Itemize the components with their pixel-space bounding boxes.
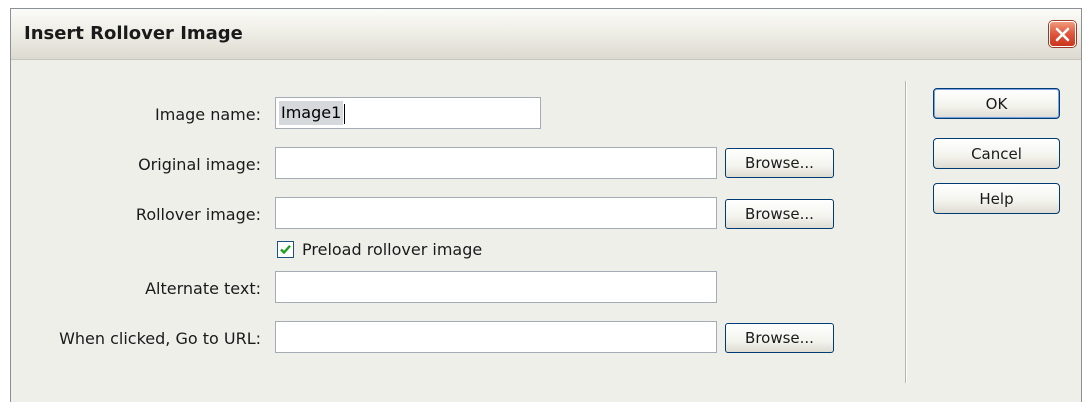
checkmark-icon (280, 244, 291, 255)
close-x-icon (1055, 27, 1070, 41)
text-caret (344, 103, 346, 124)
preload-label[interactable]: Preload rollover image (302, 240, 482, 259)
help-button[interactable]: Help (933, 183, 1060, 214)
insert-rollover-image-dialog: Insert Rollover Image Image name: Image1… (10, 8, 1082, 402)
go-to-url-label: When clicked, Go to URL: (59, 329, 261, 348)
rollover-image-label: Rollover image: (135, 205, 261, 224)
original-image-input[interactable] (275, 147, 717, 179)
original-image-label: Original image: (138, 155, 261, 174)
rollover-image-input[interactable] (275, 197, 717, 229)
image-name-value: Image1 (279, 101, 344, 125)
dialog-titlebar[interactable]: Insert Rollover Image (11, 9, 1081, 60)
dialog-title: Insert Rollover Image (24, 23, 243, 44)
go-to-url-browse-button[interactable]: Browse... (725, 323, 834, 353)
ok-button[interactable]: OK (933, 88, 1060, 119)
close-button[interactable] (1049, 21, 1076, 47)
image-name-label: Image name: (155, 105, 261, 124)
original-image-browse-button[interactable]: Browse... (725, 148, 834, 178)
image-name-input[interactable]: Image1 (275, 97, 541, 129)
rollover-image-browse-button[interactable]: Browse... (725, 199, 834, 229)
alternate-text-label: Alternate text: (145, 279, 261, 298)
preload-checkbox[interactable] (277, 241, 294, 258)
vertical-divider (905, 81, 907, 383)
cancel-button[interactable]: Cancel (933, 138, 1060, 169)
alternate-text-input[interactable] (275, 271, 717, 303)
go-to-url-input[interactable] (275, 321, 717, 353)
